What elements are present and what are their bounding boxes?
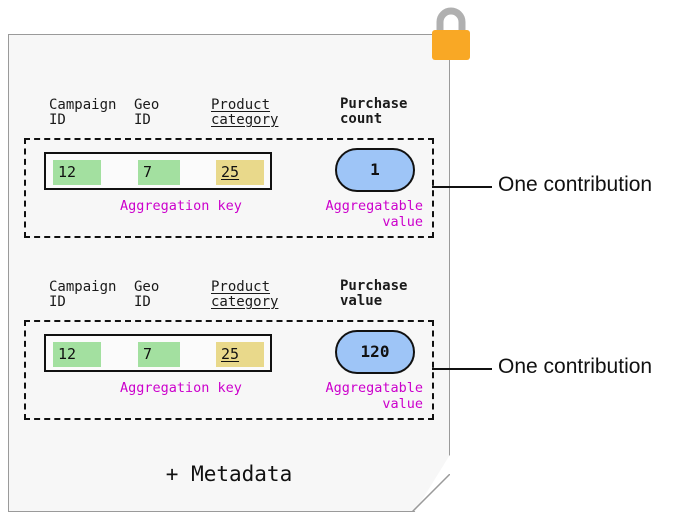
- key-cell-campaign-id: 12: [53, 160, 101, 185]
- header-product-category: Product category: [211, 97, 279, 128]
- key-cell-product-category-value: 25: [221, 345, 240, 363]
- label-aggregation-key-2: Aggregation key: [120, 380, 242, 396]
- aggregatable-value-pill-2: 120: [335, 330, 415, 374]
- padlock-icon: [432, 7, 470, 60]
- label-aggregatable-value-1: Aggregatable value: [325, 198, 423, 230]
- diagram-canvas: Campaign ID Geo ID Product category Purc…: [0, 0, 700, 524]
- column-headers-2: Campaign ID Geo ID Product category Purc…: [24, 278, 434, 320]
- header-purchase-count: Purchase count: [340, 96, 408, 127]
- label-aggregation-key-1: Aggregation key: [120, 198, 242, 214]
- header-campaign-id: Campaign ID: [49, 97, 117, 128]
- key-cell-geo-id: 7: [138, 160, 180, 185]
- aggregatable-value-pill-1: 1: [335, 148, 415, 192]
- callout-leader-line-1: [432, 186, 492, 188]
- key-cell-geo-id: 7: [138, 342, 180, 367]
- aggregation-key-box-1: 12 7 25: [44, 152, 272, 190]
- contribution-group-1: Campaign ID Geo ID Product category Purc…: [24, 96, 434, 238]
- key-cell-product-category: 25: [216, 342, 264, 367]
- header-product-category: Product category: [211, 279, 279, 310]
- callout-leader-line-2: [432, 368, 492, 370]
- metadata-label: + Metadata: [165, 462, 293, 486]
- contribution-boundary-1: 12 7 25 1 Aggregation key Aggregatable v…: [24, 138, 434, 238]
- key-cell-product-category: 25: [216, 160, 264, 185]
- header-geo-id: Geo ID: [134, 97, 160, 128]
- callout-label-2: One contribution: [498, 355, 653, 378]
- header-campaign-id: Campaign ID: [49, 279, 117, 310]
- key-cell-product-category-value: 25: [221, 163, 240, 181]
- header-purchase-value: Purchase value: [340, 278, 408, 309]
- contribution-group-2: Campaign ID Geo ID Product category Purc…: [24, 278, 434, 420]
- aggregation-key-box-2: 12 7 25: [44, 334, 272, 372]
- contribution-boundary-2: 12 7 25 120 Aggregation key Aggregatable…: [24, 320, 434, 420]
- column-headers-1: Campaign ID Geo ID Product category Purc…: [24, 96, 434, 138]
- key-cell-campaign-id: 12: [53, 342, 101, 367]
- header-geo-id: Geo ID: [134, 279, 160, 310]
- callout-label-1: One contribution: [498, 173, 653, 196]
- label-aggregatable-value-2: Aggregatable value: [325, 380, 423, 412]
